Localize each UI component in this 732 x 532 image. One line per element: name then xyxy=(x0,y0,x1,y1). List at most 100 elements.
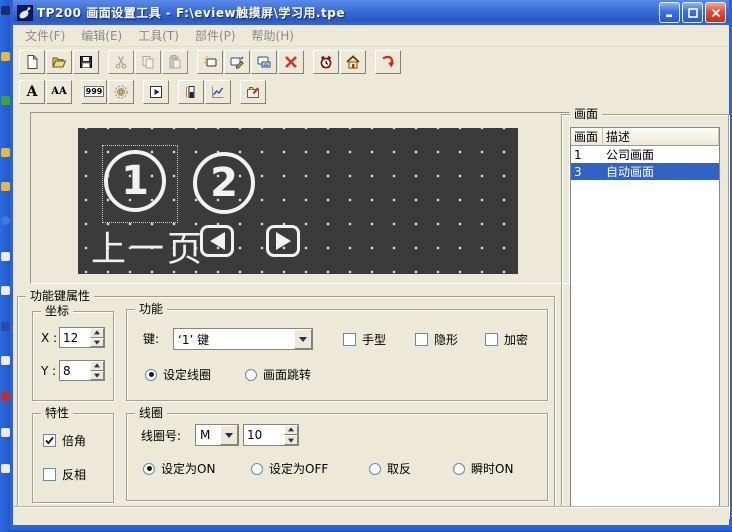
set-coil-radio-row[interactable]: 设定线圈 xyxy=(145,366,211,383)
screen-jump-radio-row[interactable]: 画面跳转 xyxy=(245,366,311,383)
spin-up-icon[interactable] xyxy=(90,361,104,371)
spin-up-icon[interactable] xyxy=(90,328,104,338)
numeric-display-button[interactable]: 999 xyxy=(81,80,107,104)
screen-row-1[interactable]: 1 公司画面 xyxy=(571,146,719,163)
copy-button xyxy=(135,50,161,74)
static-text-button[interactable]: A xyxy=(19,80,45,104)
menu-help[interactable]: 帮助(H) xyxy=(244,25,302,46)
touch-key-button[interactable] xyxy=(143,80,169,104)
screen-row-3[interactable]: 3 自动画面 xyxy=(571,163,719,180)
save-file-button[interactable] xyxy=(73,50,99,74)
set-off-radio-row[interactable]: 设定为OFF xyxy=(251,460,328,477)
lcd-left-arrow-key[interactable] xyxy=(200,225,234,257)
desktop-icon[interactable] xyxy=(1,356,10,365)
spin-down-icon[interactable] xyxy=(90,371,104,381)
dropdown-arrow-icon[interactable] xyxy=(294,329,312,349)
bar-graph-icon xyxy=(183,84,199,100)
download-arrow-icon xyxy=(380,54,396,70)
desktop-icon[interactable] xyxy=(1,286,10,295)
lamp-button[interactable] xyxy=(108,80,134,104)
set-on-radio[interactable] xyxy=(143,463,155,475)
double-size-label: 倍角 xyxy=(62,432,86,449)
edit-screen-button[interactable] xyxy=(224,50,250,74)
coil-type-dropdown[interactable]: M xyxy=(195,424,239,446)
trend-graph-button[interactable] xyxy=(205,80,231,104)
double-size-checkbox[interactable] xyxy=(43,434,56,447)
bar-graph-button[interactable] xyxy=(178,80,204,104)
toggle-radio[interactable] xyxy=(369,463,381,475)
spin-down-icon[interactable] xyxy=(90,338,104,348)
coil-number-spinner[interactable] xyxy=(284,425,298,445)
alarm-setting-button[interactable] xyxy=(313,50,339,74)
column-header-description[interactable]: 描述 xyxy=(603,128,719,146)
invisible-checkbox-row[interactable]: 隐形 xyxy=(415,331,458,348)
desktop-icon[interactable] xyxy=(1,96,10,105)
initial-screen-button[interactable] xyxy=(340,50,366,74)
new-document-button[interactable] xyxy=(19,50,45,74)
lcd-circle-key-1[interactable]: 1 xyxy=(104,150,166,212)
desktop-icon[interactable] xyxy=(1,148,10,157)
desktop-icon[interactable] xyxy=(1,322,10,331)
spin-down-icon[interactable] xyxy=(284,435,298,445)
coords-group: 坐标 X : 12 Y : 8 xyxy=(32,311,114,401)
momentary-on-radio[interactable] xyxy=(453,463,465,475)
open-file-button[interactable] xyxy=(46,50,72,74)
spin-up-icon[interactable] xyxy=(284,425,298,435)
menu-parts[interactable]: 部件(P) xyxy=(187,25,244,46)
toggle-radio-row[interactable]: 取反 xyxy=(369,460,411,477)
close-button[interactable] xyxy=(705,2,726,23)
lcd-prev-page-text[interactable]: 上一页 xyxy=(91,221,205,272)
maximize-button[interactable] xyxy=(682,2,703,23)
momentary-on-radio-row[interactable]: 瞬时ON xyxy=(453,460,513,477)
dropdown-arrow-icon[interactable] xyxy=(220,425,238,445)
key-dropdown[interactable]: ‘1’ 键 xyxy=(173,328,313,350)
desktop-icon[interactable] xyxy=(1,464,10,473)
set-coil-radio[interactable] xyxy=(145,369,157,381)
lcd-right-arrow-key[interactable] xyxy=(266,225,300,257)
lcd-canvas[interactable]: 1 2 上一页 xyxy=(78,128,518,274)
screen-edit-area[interactable]: 1 2 上一页 xyxy=(30,112,570,284)
inverse-checkbox[interactable] xyxy=(43,468,56,481)
new-screen-button[interactable] xyxy=(197,50,223,74)
variable-text-button[interactable]: AA xyxy=(46,80,72,104)
desktop-icon[interactable] xyxy=(1,428,10,437)
hand-shape-checkbox-row[interactable]: 手型 xyxy=(343,331,386,348)
coil-number-input[interactable]: 10 xyxy=(243,424,299,446)
download-project-button[interactable] xyxy=(375,50,401,74)
y-spinner[interactable] xyxy=(90,361,104,380)
x-input[interactable]: 12 xyxy=(59,327,105,348)
desktop-icon[interactable] xyxy=(1,216,10,225)
invisible-checkbox[interactable] xyxy=(415,333,428,346)
delete-screen-button[interactable] xyxy=(278,50,304,74)
invisible-label: 隐形 xyxy=(434,331,458,348)
inverse-checkbox-row[interactable]: 反相 xyxy=(43,466,86,483)
set-off-radio[interactable] xyxy=(251,463,263,475)
encrypt-checkbox[interactable] xyxy=(485,333,498,346)
lcd-circle-key-2[interactable]: 2 xyxy=(193,152,255,214)
key-label: 键: xyxy=(143,332,159,346)
minimize-button[interactable] xyxy=(659,2,680,23)
set-coil-label: 设定线圈 xyxy=(163,366,211,383)
desktop-icon[interactable] xyxy=(1,182,10,191)
function-key-button[interactable] xyxy=(240,80,266,104)
screen-properties-button[interactable] xyxy=(251,50,277,74)
desktop-icon[interactable] xyxy=(1,252,10,261)
screens-list[interactable]: 画面 描述 1 公司画面 3 自动画面 xyxy=(570,127,720,509)
desktop-icon[interactable] xyxy=(1,52,10,61)
coil-group-title: 线圈 xyxy=(135,406,167,421)
set-on-radio-row[interactable]: 设定为ON xyxy=(143,460,215,477)
hand-shape-checkbox[interactable] xyxy=(343,333,356,346)
screen-jump-radio[interactable] xyxy=(245,369,257,381)
desktop-icon[interactable] xyxy=(1,6,10,15)
x-spinner[interactable] xyxy=(90,328,104,347)
y-input[interactable]: 8 xyxy=(59,360,105,381)
menu-file[interactable]: 文件(F) xyxy=(17,25,73,46)
set-on-label: 设定为ON xyxy=(161,460,215,477)
double-size-checkbox-row[interactable]: 倍角 xyxy=(43,432,86,449)
column-header-screen[interactable]: 画面 xyxy=(571,128,603,146)
y-label: Y : xyxy=(41,364,56,378)
menu-tools[interactable]: 工具(T) xyxy=(130,25,187,46)
encrypt-checkbox-row[interactable]: 加密 xyxy=(485,331,528,348)
menu-edit[interactable]: 编辑(E) xyxy=(73,25,130,46)
desktop-icon[interactable] xyxy=(1,392,10,401)
